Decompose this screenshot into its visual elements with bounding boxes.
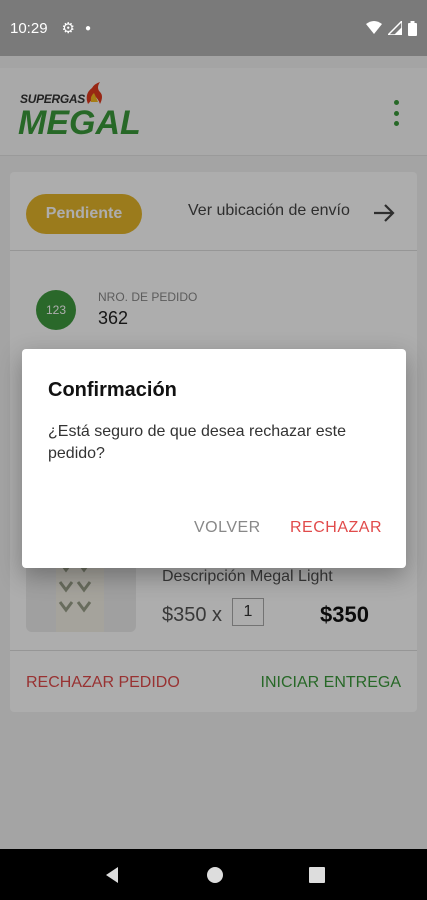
recents-icon[interactable] (308, 866, 325, 883)
notification-dot-icon: ● (85, 22, 92, 34)
dialog-cancel-button[interactable]: VOLVER (194, 519, 261, 537)
dialog-confirm-button[interactable]: RECHAZAR (290, 519, 382, 537)
wifi-icon (366, 21, 382, 34)
settings-icon: ⚙ (61, 20, 75, 37)
system-nav-bar (0, 849, 427, 900)
status-time: 10:29 (10, 19, 48, 37)
status-bar: 10:29 ⚙ ● (0, 0, 427, 56)
confirmation-dialog: Confirmación ¿Está seguro de que desea r… (22, 349, 406, 568)
dialog-message: ¿Está seguro de que desea rechazar este … (48, 423, 346, 462)
status-icons (366, 20, 417, 36)
back-icon[interactable] (103, 866, 121, 884)
home-icon[interactable] (206, 866, 224, 884)
battery-icon (408, 20, 417, 36)
dialog-title: Confirmación (48, 379, 177, 401)
signal-icon (388, 21, 402, 35)
